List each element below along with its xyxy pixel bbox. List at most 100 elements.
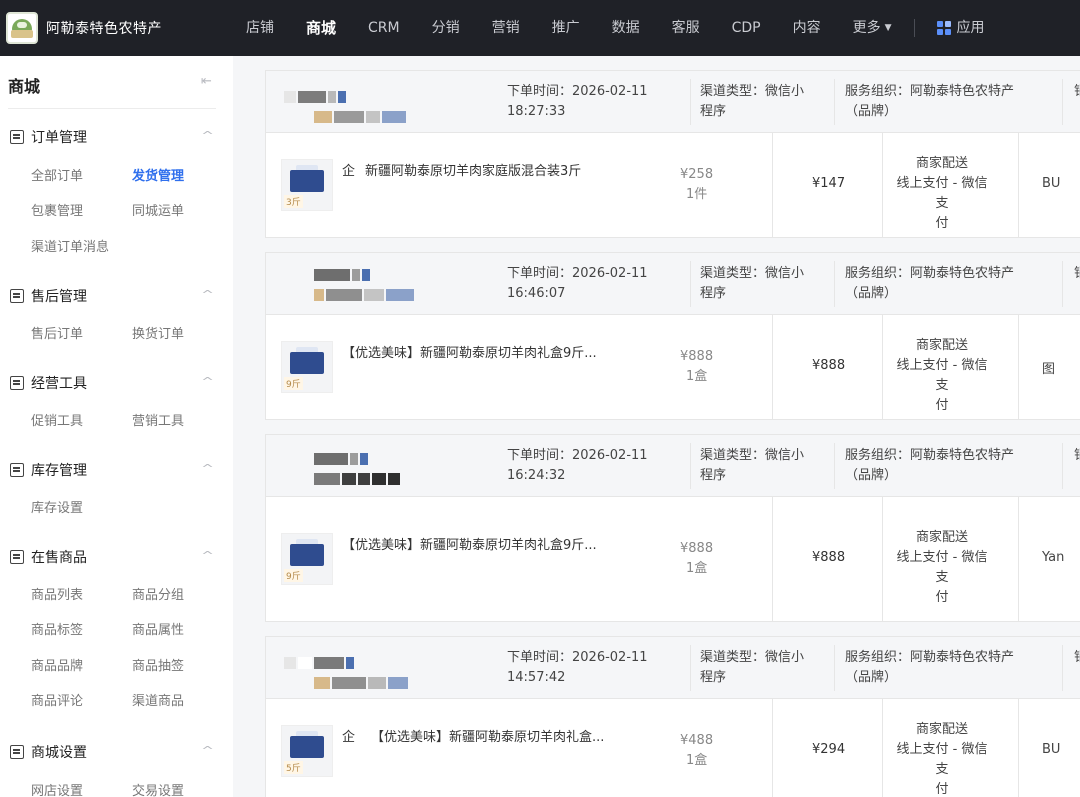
order-channel-line1: 渠道类型：微信小 xyxy=(700,266,805,281)
sidebar-item-marketing-tools[interactable]: 营销工具 xyxy=(132,410,184,429)
product-title: 【优选美味】新疆阿勒泰原切羊肉礼盒9斤... xyxy=(342,346,597,361)
product-icon xyxy=(10,550,24,564)
product-name[interactable]: 【优选美味】新疆阿勒泰原切羊肉礼盒9斤... xyxy=(342,534,597,553)
nav-item-data[interactable]: 数据 xyxy=(596,0,656,56)
sidebar-group-header[interactable]: 库存管理 xyxy=(10,460,87,480)
order-card-header: 下单时间：2026-02-11 14:57:42 渠道类型：微信小 程序 服务组织：… xyxy=(266,637,1080,699)
order-channel-line2: 程序 xyxy=(700,286,727,301)
chevron-up-icon[interactable]: ^ xyxy=(201,744,214,757)
order-icon xyxy=(10,130,24,144)
paid-amount: ¥888 xyxy=(812,358,846,373)
sidebar-item-packages[interactable]: 包裹管理 xyxy=(31,200,83,219)
sidebar-group-header[interactable]: 商城设置 xyxy=(10,742,87,762)
product-thumbnail[interactable]: 5斤 xyxy=(281,725,333,777)
order-item-row[interactable]: 9斤 【优选美味】新疆阿勒泰原切羊肉礼盒9斤... ¥888 1盒 ¥888 商家… xyxy=(266,315,1080,419)
order-item-row[interactable]: 9斤 【优选美味】新疆阿勒泰原切羊肉礼盒9斤... ¥888 1盒 ¥888 商家… xyxy=(266,497,1080,621)
sidebar-group-header[interactable]: 订单管理 xyxy=(10,127,87,147)
paid-amount: ¥888 xyxy=(812,550,846,565)
chevron-up-icon[interactable]: ^ xyxy=(201,462,214,475)
order-card: 下单时间：2026-02-11 14:57:42 渠道类型：微信小 程序 服务组织：… xyxy=(265,636,1080,797)
sidebar-item-exchange-orders[interactable]: 换货订单 xyxy=(132,323,184,342)
paid-amount: ¥294 xyxy=(812,742,846,757)
nav-divider xyxy=(913,19,915,37)
order-header-cutoff: 销 xyxy=(1074,264,1080,284)
product-name[interactable]: 【优选美味】新疆阿勒泰原切羊肉礼盒9斤... xyxy=(342,342,597,361)
sidebar-group-header[interactable]: 经营工具 xyxy=(10,373,87,393)
order-item-row[interactable]: 5斤 企【优选美味】新疆阿勒泰原切羊肉礼盒... ¥488 1盒 ¥294 商家配… xyxy=(266,699,1080,797)
order-card-header: 下单时间：2026-02-11 16:46:07 渠道类型：微信小 程序 服务组织：… xyxy=(266,253,1080,315)
sidebar-group-label: 在售商品 xyxy=(31,550,87,566)
order-time: 下单时间：2026-02-11 16:24:32 xyxy=(507,446,677,486)
sidebar-group-label: 订单管理 xyxy=(31,130,87,146)
order-channel-line2: 程序 xyxy=(700,670,727,685)
order-time: 下单时间：2026-02-11 16:46:07 xyxy=(507,264,677,304)
chevron-up-icon[interactable]: ^ xyxy=(201,129,214,142)
sidebar-item-promo-tools[interactable]: 促销工具 xyxy=(31,410,83,429)
payment-method-line2: 付 xyxy=(935,590,949,605)
sidebar-title: 商城 xyxy=(8,77,41,96)
sidebar-item-aftersale-orders[interactable]: 售后订单 xyxy=(31,323,83,342)
nav-item-cdp[interactable]: CDP xyxy=(716,0,777,56)
chevron-up-icon[interactable]: ^ xyxy=(201,375,214,388)
nav-item-apps[interactable]: 应用 xyxy=(921,0,1001,56)
apps-grid-icon xyxy=(936,21,951,35)
nav-item-more[interactable]: 更多 ▼ xyxy=(837,0,908,56)
order-item-row[interactable]: 3斤 企新疆阿勒泰原切羊肉家庭版混合装3斤 ¥258 1件 ¥147 商家配送 线上… xyxy=(266,133,1080,237)
nav-item-crm[interactable]: CRM xyxy=(352,0,416,56)
collapse-sidebar-icon[interactable]: ⇤ xyxy=(201,74,212,89)
nav-item-marketing[interactable]: 营销 xyxy=(476,0,536,56)
nav-item-content[interactable]: 内容 xyxy=(777,0,837,56)
sidebar-item-all-orders[interactable]: 全部订单 xyxy=(31,165,83,184)
order-org-line2: （品牌） xyxy=(845,104,898,119)
chevron-up-icon[interactable]: ^ xyxy=(201,549,214,562)
sidebar-group-header[interactable]: 在售商品 xyxy=(10,547,87,567)
sidebar-item-product-brands[interactable]: 商品品牌 xyxy=(31,655,83,674)
sidebar-item-product-reviews[interactable]: 商品评论 xyxy=(31,690,83,709)
buyer-phone-redacted xyxy=(314,473,402,485)
order-card-header: 下单时间：2026-02-11 16:24:32 渠道类型：微信小 程序 服务组织：… xyxy=(266,435,1080,497)
sidebar-item-channel-products[interactable]: 渠道商品 xyxy=(132,690,184,709)
sidebar-item-store-settings[interactable]: 网店设置 xyxy=(31,780,83,797)
nav-item-service[interactable]: 客服 xyxy=(656,0,716,56)
sidebar-item-shipping[interactable]: 发货管理 xyxy=(132,165,184,184)
product-thumbnail[interactable]: 3斤 xyxy=(281,159,333,211)
order-channel: 渠道类型：微信小 程序 xyxy=(700,82,820,122)
delivery-payment: 商家配送 线上支付 - 微信支付 xyxy=(892,720,992,797)
chevron-up-icon[interactable]: ^ xyxy=(201,288,214,301)
product-name[interactable]: 企新疆阿勒泰原切羊肉家庭版混合装3斤 xyxy=(342,160,581,179)
product-thumbnail[interactable]: 9斤 xyxy=(281,341,333,393)
sidebar-item-product-list[interactable]: 商品列表 xyxy=(31,584,83,603)
order-channel-line1: 渠道类型：微信小 xyxy=(700,448,805,463)
order-row-cutoff: 图 xyxy=(1042,362,1056,377)
brand[interactable]: 阿勒泰特色农特产 xyxy=(6,12,162,44)
nav-item-distribution[interactable]: 分销 xyxy=(416,0,476,56)
order-org: 服务组织：阿勒泰特色农特产 （品牌） xyxy=(845,648,1035,688)
sidebar-item-trade-settings[interactable]: 交易设置 xyxy=(132,780,184,797)
order-row-cutoff: BU xyxy=(1042,176,1061,191)
order-list: 下单时间：2026-02-11 18:27:33 渠道类型：微信小 程序 服务组织：… xyxy=(248,56,1080,797)
nav-item-promotion[interactable]: 推广 xyxy=(536,0,596,56)
order-time-label: 下单时间：2026-02-11 xyxy=(507,650,648,665)
sidebar-group-header[interactable]: 售后管理 xyxy=(10,286,87,306)
sidebar-group-label: 经营工具 xyxy=(31,376,87,392)
unit-price: ¥888 xyxy=(680,541,714,556)
product-thumbnail[interactable]: 9斤 xyxy=(281,533,333,585)
brand-logo xyxy=(6,12,38,44)
sidebar-item-inventory-settings[interactable]: 库存设置 xyxy=(31,497,83,516)
nav-item-shop[interactable]: 店铺 xyxy=(230,0,290,56)
sidebar-item-channel-messages[interactable]: 渠道订单消息 xyxy=(31,236,109,255)
order-header-cutoff: 销 xyxy=(1074,82,1080,102)
sidebar-group-label: 售后管理 xyxy=(31,289,87,305)
nav-apps-label: 应用 xyxy=(956,20,985,36)
sidebar-item-product-tags[interactable]: 商品标签 xyxy=(31,619,83,638)
sidebar-item-local-waybill[interactable]: 同城运单 xyxy=(132,200,184,219)
sidebar-item-product-lottery[interactable]: 商品抽签 xyxy=(132,655,184,674)
order-channel-line1: 渠道类型：微信小 xyxy=(700,84,805,99)
sidebar-item-product-attributes[interactable]: 商品属性 xyxy=(132,619,184,638)
nav-item-mall[interactable]: 商城 xyxy=(290,0,352,56)
product-name[interactable]: 企【优选美味】新疆阿勒泰原切羊肉礼盒... xyxy=(342,726,604,745)
sidebar-item-product-groups[interactable]: 商品分组 xyxy=(132,584,184,603)
top-nav: 店铺 商城 CRM 分销 营销 推广 数据 客服 CDP 内容 更多 ▼ 应用 xyxy=(230,0,1001,56)
buyer-name-redacted xyxy=(284,657,356,669)
caret-down-icon: ▼ xyxy=(884,23,892,33)
